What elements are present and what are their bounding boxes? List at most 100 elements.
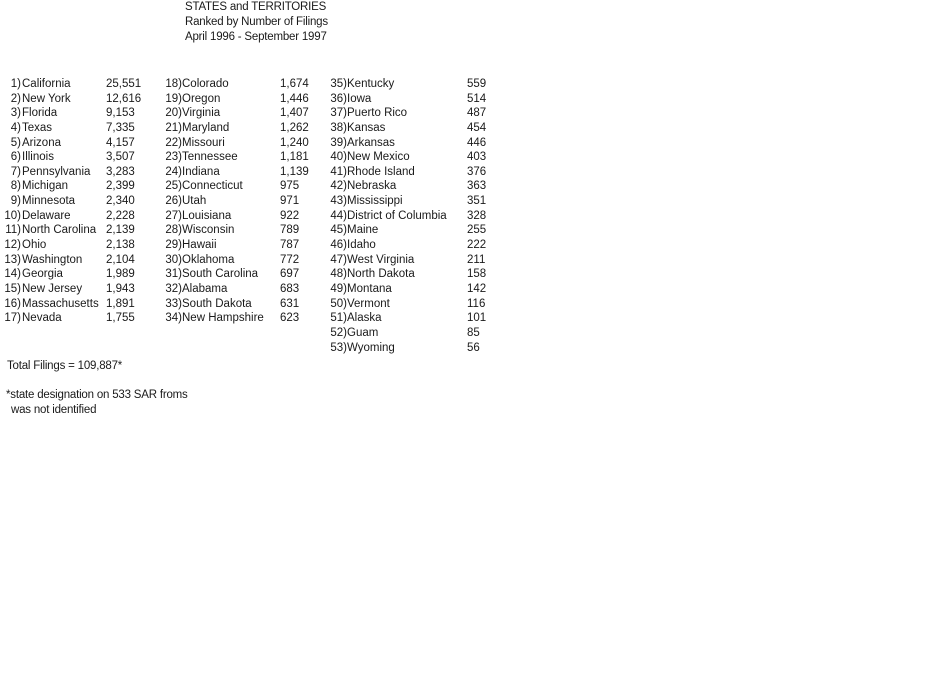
rank-number: 37) [330, 107, 347, 120]
rank-number: 20) [165, 107, 182, 120]
filing-count: 7,335 [106, 121, 135, 134]
filing-count: 1,262 [280, 121, 309, 134]
state-name: Illinois [22, 151, 54, 164]
state-name: New York [22, 92, 71, 105]
state-name: Maine [347, 224, 379, 237]
state-name: Alaska [347, 312, 382, 325]
rank-number: 4) [10, 121, 21, 134]
filing-count: 12,616 [106, 92, 142, 105]
filing-count: 922 [280, 209, 300, 222]
filing-count: 403 [467, 151, 487, 164]
rank-number: 27) [165, 209, 182, 222]
filing-count: 514 [467, 92, 487, 105]
rank-number: 49) [330, 282, 347, 295]
report-date-range: April 1996 - September 1997 [185, 31, 327, 43]
rank-number: 8) [10, 180, 21, 193]
filing-count: 454 [467, 121, 487, 134]
rank-number: 14) [4, 268, 21, 281]
state-name: Wyoming [347, 341, 395, 354]
state-name: Puerto Rico [347, 107, 408, 120]
state-name: Minnesota [22, 195, 76, 208]
filing-count: 25,551 [106, 78, 142, 90]
filing-count: 446 [467, 136, 487, 149]
filing-count: 789 [280, 224, 300, 237]
rank-number: 30) [165, 253, 182, 266]
state-name: Guam [347, 326, 379, 339]
state-name: New Jersey [22, 282, 83, 295]
rank-number: 5) [10, 136, 21, 149]
state-name: Florida [22, 107, 58, 120]
filing-count: 222 [467, 239, 487, 252]
filing-count: 56 [467, 341, 480, 354]
filing-count: 697 [280, 268, 300, 281]
rank-number: 9) [10, 195, 21, 208]
state-name: California [22, 78, 71, 90]
filing-count: 2,104 [106, 253, 135, 266]
state-name: Arizona [22, 136, 61, 149]
state-name: Nevada [22, 312, 62, 325]
filing-count: 2,399 [106, 180, 135, 193]
filing-count: 2,138 [106, 239, 135, 252]
filing-count: 1,181 [280, 151, 309, 164]
rank-number: 43) [330, 195, 347, 208]
filing-count: 623 [280, 312, 300, 325]
rank-number: 26) [165, 195, 182, 208]
rank-number: 44) [330, 209, 347, 222]
filing-count: 376 [467, 165, 487, 178]
rank-number: 21) [165, 121, 182, 134]
filing-count: 1,755 [106, 312, 135, 325]
state-name: Texas [22, 121, 53, 134]
state-name: Oklahoma [182, 253, 235, 266]
filing-count: 2,340 [106, 195, 135, 208]
state-name: Kansas [347, 121, 386, 134]
state-name: Missouri [182, 136, 225, 149]
filing-count: 255 [467, 224, 487, 237]
rank-number: 41) [330, 165, 347, 178]
rank-number: 38) [330, 121, 347, 134]
report-subtitle: Ranked by Number of Filings [185, 16, 328, 28]
rank-number: 48) [330, 268, 347, 281]
rank-number: 53) [330, 341, 347, 354]
filing-count: 351 [467, 195, 487, 208]
rank-number: 10) [4, 209, 21, 222]
state-name: Michigan [22, 180, 69, 193]
state-name: Mississippi [347, 195, 403, 208]
report-title: STATES and TERRITORIES [185, 1, 327, 13]
state-name: Hawaii [182, 239, 217, 252]
state-name: Virginia [182, 107, 221, 120]
rank-number: 32) [165, 282, 182, 295]
filing-count: 142 [467, 282, 487, 295]
state-name: Colorado [182, 78, 229, 90]
state-name: Vermont [347, 297, 390, 310]
rank-number: 24) [165, 165, 182, 178]
filing-count: 1,891 [106, 297, 135, 310]
state-name: Arkansas [347, 136, 395, 149]
filing-count: 101 [467, 312, 487, 325]
state-name: Montana [347, 282, 392, 295]
filing-count: 3,283 [106, 165, 135, 178]
rank-number: 18) [165, 78, 182, 90]
state-name: Tennessee [182, 151, 238, 164]
rank-number: 34) [165, 312, 182, 325]
filing-count: 683 [280, 282, 300, 295]
filing-count: 363 [467, 180, 487, 193]
filing-count: 2,139 [106, 224, 135, 237]
state-name: District of Columbia [347, 209, 447, 222]
filing-count: 559 [467, 78, 487, 90]
rank-number: 46) [330, 239, 347, 252]
state-name: Wisconsin [182, 224, 235, 237]
rank-number: 31) [165, 268, 182, 281]
rank-number: 40) [330, 151, 347, 164]
filing-count: 1,407 [280, 107, 309, 120]
filing-count: 975 [280, 180, 300, 193]
rank-number: 51) [330, 312, 347, 325]
filing-count: 328 [467, 209, 487, 222]
state-name: Louisiana [182, 209, 232, 222]
filing-count: 116 [467, 297, 486, 310]
filing-count: 631 [280, 297, 300, 310]
state-name: Idaho [347, 239, 376, 252]
filing-count: 971 [280, 195, 300, 208]
state-name: Oregon [182, 92, 221, 105]
state-name: South Dakota [182, 297, 252, 310]
state-name: Pennsylvania [22, 165, 91, 178]
